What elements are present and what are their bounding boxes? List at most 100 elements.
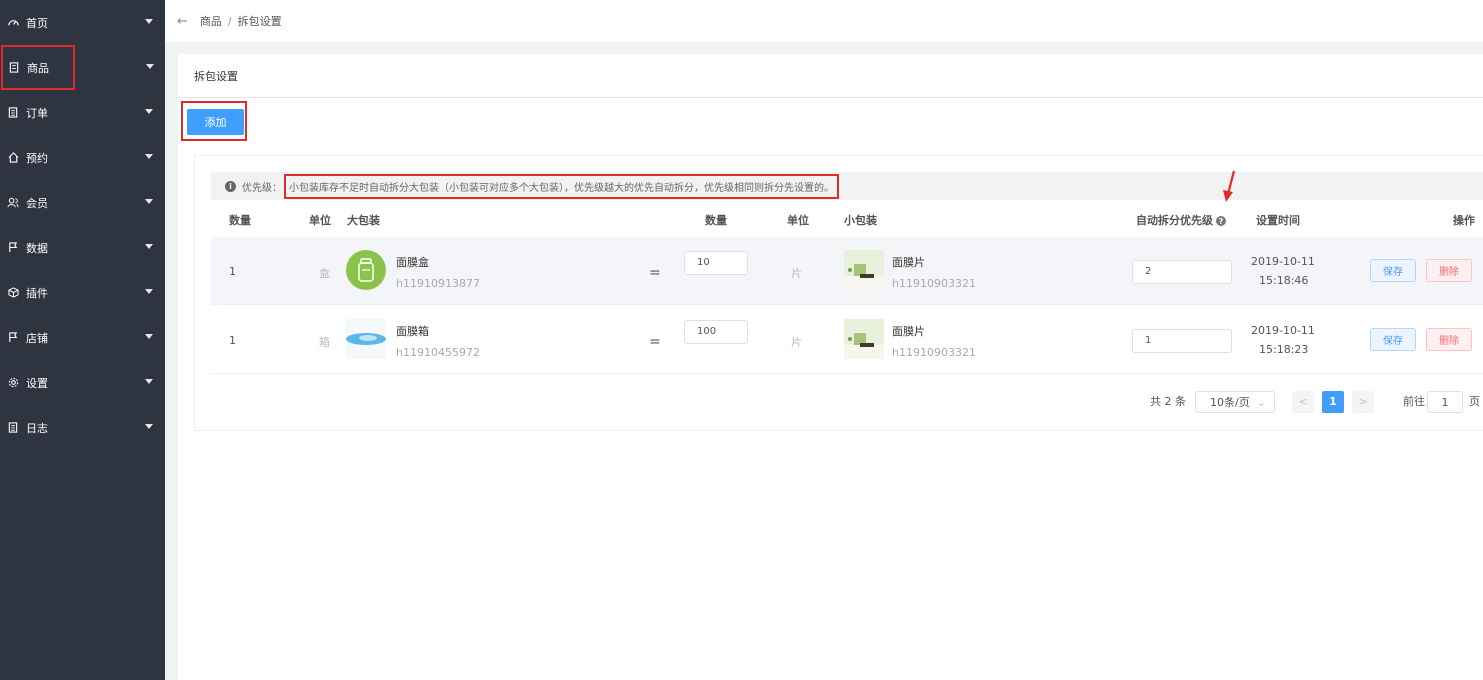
sidebar-item-members[interactable]: 会员 (0, 180, 165, 225)
page-size-select[interactable]: 10条/页 ⌄ (1195, 391, 1275, 413)
home-icon (6, 151, 20, 165)
goto-suffix: 页 (1469, 395, 1480, 408)
sidebar-item-plugins[interactable]: 插件 (0, 270, 165, 315)
tip-label: 优先级： (242, 182, 282, 194)
header-qty: 数量 (229, 214, 251, 227)
header-qty2: 数量 (705, 214, 727, 227)
breadcrumb-separator: / (227, 14, 232, 28)
set-date: 2019-10-11 (1251, 324, 1315, 337)
chevron-down-icon: ⌄ (1256, 396, 1266, 409)
page-number-current[interactable]: 1 (1322, 391, 1344, 413)
breadcrumb: ← 商品 / 拆包设置 (165, 0, 1483, 42)
dashboard-icon (6, 16, 20, 30)
header-priority-label: 自动拆分优先级 (1136, 214, 1213, 227)
prev-page-button[interactable]: < (1292, 391, 1314, 413)
sidebar-item-label: 设置 (26, 376, 48, 390)
next-page-button[interactable]: > (1352, 391, 1374, 413)
qty2-input[interactable]: 10 (684, 251, 748, 275)
small-package-code: h11910903321 (892, 346, 976, 359)
sidebar-item-orders[interactable]: 订单 (0, 90, 165, 135)
sidebar-item-store[interactable]: 店铺 (0, 315, 165, 360)
breadcrumb-item-goods[interactable]: 商品 (200, 13, 222, 29)
sidebar-item-label: 插件 (26, 286, 48, 300)
big-package-name: 面膜盒 (396, 256, 429, 269)
header-small-package: 小包装 (844, 214, 877, 227)
header-unit: 单位 (309, 214, 331, 227)
header-priority: 自动拆分优先级? (1136, 212, 1226, 228)
unit-cell: 盒 (319, 267, 330, 280)
table-header: 数量 单位 大包装 数量 单位 小包装 自动拆分优先级? 设置时间 操作 (211, 203, 1483, 233)
flag-icon (6, 241, 20, 255)
save-button[interactable]: 保存 (1370, 328, 1416, 351)
chevron-down-icon (145, 154, 153, 159)
sidebar-item-label: 会员 (26, 196, 48, 210)
chevron-down-icon (145, 19, 153, 24)
qty2-input[interactable]: 100 (684, 320, 748, 344)
set-time: 15:18:46 (1259, 274, 1309, 287)
page-title: 拆包设置 (194, 70, 238, 83)
chevron-down-icon (145, 289, 153, 294)
chevron-down-icon (145, 424, 153, 429)
priority-input[interactable]: 1 (1132, 329, 1232, 353)
big-package-name: 面膜箱 (396, 325, 429, 338)
header-big-package: 大包装 (347, 214, 380, 227)
back-arrow-icon[interactable]: ← (177, 14, 188, 29)
cube-icon (6, 286, 20, 300)
help-icon[interactable]: ? (1216, 216, 1226, 226)
add-button[interactable]: 添加 (187, 109, 244, 135)
goto-page-input[interactable]: 1 (1427, 391, 1463, 413)
save-button[interactable]: 保存 (1370, 259, 1416, 282)
big-package-code: h11910913877 (396, 277, 480, 290)
list-icon (6, 421, 20, 435)
sidebar-item-label: 订单 (26, 106, 48, 120)
users-icon (6, 196, 20, 210)
sidebar-item-logs[interactable]: 日志 (0, 405, 165, 450)
chevron-down-icon (145, 109, 153, 114)
product-thumbnail (844, 250, 884, 290)
document-icon (7, 61, 21, 75)
product-thumbnail (844, 319, 884, 359)
unit-cell: 箱 (319, 336, 330, 349)
set-time: 15:18:23 (1259, 343, 1309, 356)
header-ops: 操作 (1453, 214, 1475, 227)
table-row: 1 箱 面膜箱 h11910455972 = 100 片 面膜片 h119109… (211, 306, 1483, 374)
small-package-name: 面膜片 (892, 325, 925, 338)
sidebar-item-label: 数据 (26, 241, 48, 255)
delete-button[interactable]: 删除 (1426, 259, 1472, 282)
sidebar-item-data[interactable]: 数据 (0, 225, 165, 270)
pagination-total: 共 2 条 (1150, 395, 1186, 408)
qty-cell: 1 (229, 265, 236, 278)
breadcrumb-item-current: 拆包设置 (237, 15, 282, 28)
page-size-value: 10条/页 (1210, 396, 1250, 409)
sidebar-item-settings[interactable]: 设置 (0, 360, 165, 405)
header-time: 设置时间 (1256, 214, 1300, 227)
sidebar-item-label: 预约 (26, 151, 48, 165)
table-container: i 优先级： 小包装库存不足时自动拆分大包装（小包装可对应多个大包装），优先级越… (194, 155, 1483, 431)
big-package-code: h11910455972 (396, 346, 480, 359)
delete-button[interactable]: 删除 (1426, 328, 1472, 351)
sidebar-item-home[interactable]: 首页 (0, 0, 165, 45)
chevron-down-icon (145, 334, 153, 339)
sidebar-item-label: 商品 (27, 61, 49, 75)
header-unit2: 单位 (787, 214, 809, 227)
chevron-down-icon (145, 244, 153, 249)
sidebar-item-booking[interactable]: 预约 (0, 135, 165, 180)
sidebar-item-goods[interactable]: 商品 (1, 45, 154, 90)
info-icon: i (225, 180, 236, 192)
sidebar: 首页 商品 订单 预约 会员 数据 插件 店铺 设置 日志 (0, 0, 165, 680)
annotation-box: 添加 (181, 101, 247, 141)
sidebar-item-label: 首页 (26, 16, 48, 30)
flag-icon (6, 331, 20, 345)
chevron-down-icon (145, 379, 153, 384)
priority-input[interactable]: 2 (1132, 260, 1232, 284)
goto-prefix: 前往 (1403, 395, 1425, 408)
list-icon (6, 106, 20, 120)
product-thumbnail (346, 250, 386, 290)
divider (178, 97, 1483, 98)
product-thumbnail (346, 319, 386, 359)
qty-cell: 1 (229, 334, 236, 347)
chevron-down-icon (146, 64, 154, 69)
table-row: 1 盒 面膜盒 h11910913877 = 10 片 面膜片 h1191090… (211, 237, 1483, 305)
set-date: 2019-10-11 (1251, 255, 1315, 268)
main-panel: 拆包设置 添加 i 优先级： 小包装库存不足时自动拆分大包装（小包装可对应多个大… (178, 54, 1483, 680)
